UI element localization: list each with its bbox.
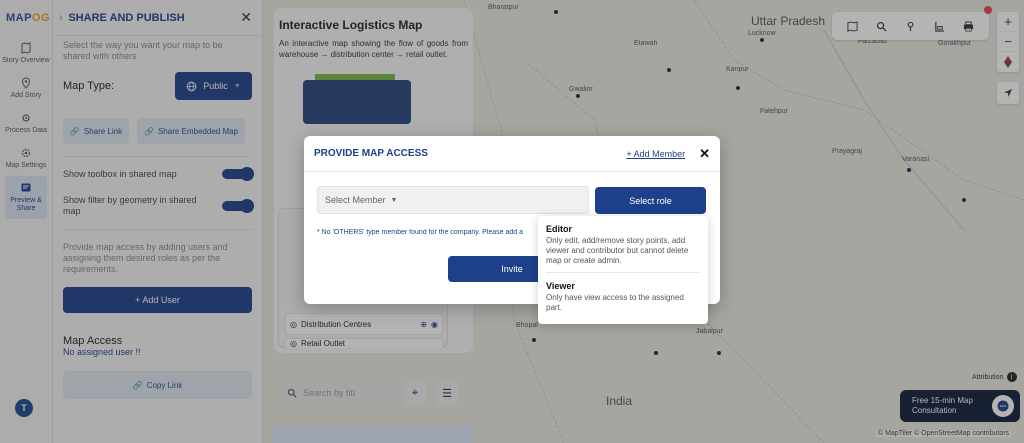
select-role-button[interactable]: Select role: [595, 187, 706, 214]
select-member-dropdown[interactable]: Select Member ▼: [317, 186, 589, 214]
role-description: Only have view access to the assigned pa…: [546, 293, 684, 312]
close-icon[interactable]: ✕: [699, 146, 710, 162]
add-member-link[interactable]: + Add Member: [626, 149, 685, 159]
role-name: Editor: [546, 224, 572, 234]
no-member-note: * No 'OTHERS' type member found for the …: [317, 229, 524, 236]
role-description: Only edit, add/remove story points, add …: [546, 236, 689, 265]
role-name: Viewer: [546, 281, 575, 291]
modal-title: PROVIDE MAP ACCESS: [314, 148, 428, 159]
modal-header: PROVIDE MAP ACCESS + Add Member ✕: [304, 136, 720, 172]
role-option-editor[interactable]: Editor Only edit, add/remove story point…: [546, 216, 700, 272]
caret-down-icon: ▼: [390, 196, 398, 204]
role-option-viewer[interactable]: Viewer Only have view access to the assi…: [546, 272, 700, 319]
select-member-placeholder: Select Member: [325, 195, 386, 205]
role-dropdown: Editor Only edit, add/remove story point…: [538, 216, 708, 324]
